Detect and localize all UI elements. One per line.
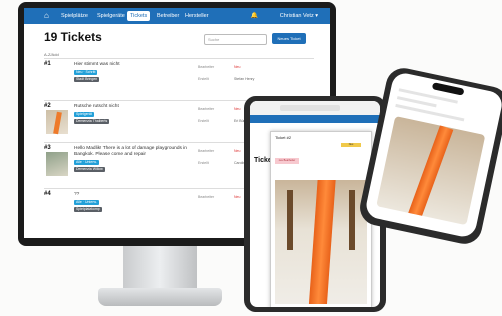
bell-icon[interactable]: 🔔 [251,11,258,21]
modal-title: Ticket #2 [275,135,292,140]
slide-photo [376,116,486,226]
status-value: Neu [234,149,241,153]
ticket-tag: Stadt Bringen [74,77,100,82]
status-badge: Neu [341,143,361,147]
nav-item-spielplaetze[interactable]: Spielplätze [58,11,91,21]
user-menu[interactable]: Christian Vetz ▾ [280,11,318,21]
ticket-tag: Spielgerät [74,112,94,117]
status-value: Neu [234,195,241,199]
nav-item-spielgeraete[interactable]: Spielgeräte [94,11,128,21]
ticket-modal: Ticket #2 Neu neu Bearbeiter [270,131,372,307]
status-value: Neu [234,107,241,111]
assignee-tag: neu Bearbeiter [275,158,299,164]
ticket-tag: Demenzia Thalberts [74,119,110,124]
table-row[interactable]: #1 Hier stimmt was nicht Neu · Schritt S… [44,58,314,99]
monitor-base [98,288,222,306]
ticket-tag: Spielplatzkomp [74,207,102,212]
sort-filter[interactable]: A-Z/Add [44,52,59,57]
url-bar[interactable] [280,105,340,111]
meta-label: Bearbeiter [198,107,215,111]
nav-item-tickets[interactable]: Tickets [127,11,151,21]
ticket-title[interactable]: Rutsche rutscht nicht [74,104,119,109]
meta-label: Erstellt [198,77,209,81]
meta-label: Erstellt [198,161,209,165]
slide-photo [275,180,367,304]
meta-label: Erstellt [198,119,209,123]
nav-item-betreiber[interactable]: Betreiber [154,11,182,21]
tablet-navbar [250,115,380,123]
home-icon[interactable]: ⌂ [44,12,52,20]
browser-toolbar [250,101,380,115]
ticket-number: #4 [44,191,51,197]
meta-label: Bearbeiter [198,65,215,69]
ticket-tag: Alle · Unterw. [74,160,99,165]
monitor-stand [123,246,197,294]
ticket-number: #1 [44,61,51,67]
ticket-thumbnail [46,110,68,135]
status-value: Neu [234,65,241,69]
nav-item-hersteller[interactable]: Hersteller [182,11,212,21]
meta-label: Bearbeiter [198,149,215,153]
phone-notch [431,82,465,96]
ticket-thumbnail [46,152,68,176]
search-input[interactable]: Suche [204,34,267,45]
ticket-tag: Demenzia Willow [74,167,105,172]
ticket-number: #2 [44,103,51,109]
meta-label: Bearbeiter [198,195,215,199]
creator-value: Stefan Henry [234,77,255,81]
ticket-tag: Alle · Unterw. [74,200,99,205]
ticket-title[interactable]: Hello Madlik! There is a lot of damage p… [74,146,192,158]
page-title: 19 Tickets [44,30,102,44]
ticket-title[interactable]: ?? [74,192,79,197]
new-ticket-button[interactable]: Neues Ticket [272,33,306,44]
ticket-title[interactable]: Hier stimmt was nicht [74,62,120,67]
top-navbar: ⌂ Spielplätze Spielgeräte Tickets Betrei… [24,8,330,24]
ticket-tag: Neu · Schritt [74,70,98,75]
ticket-number: #3 [44,145,51,151]
